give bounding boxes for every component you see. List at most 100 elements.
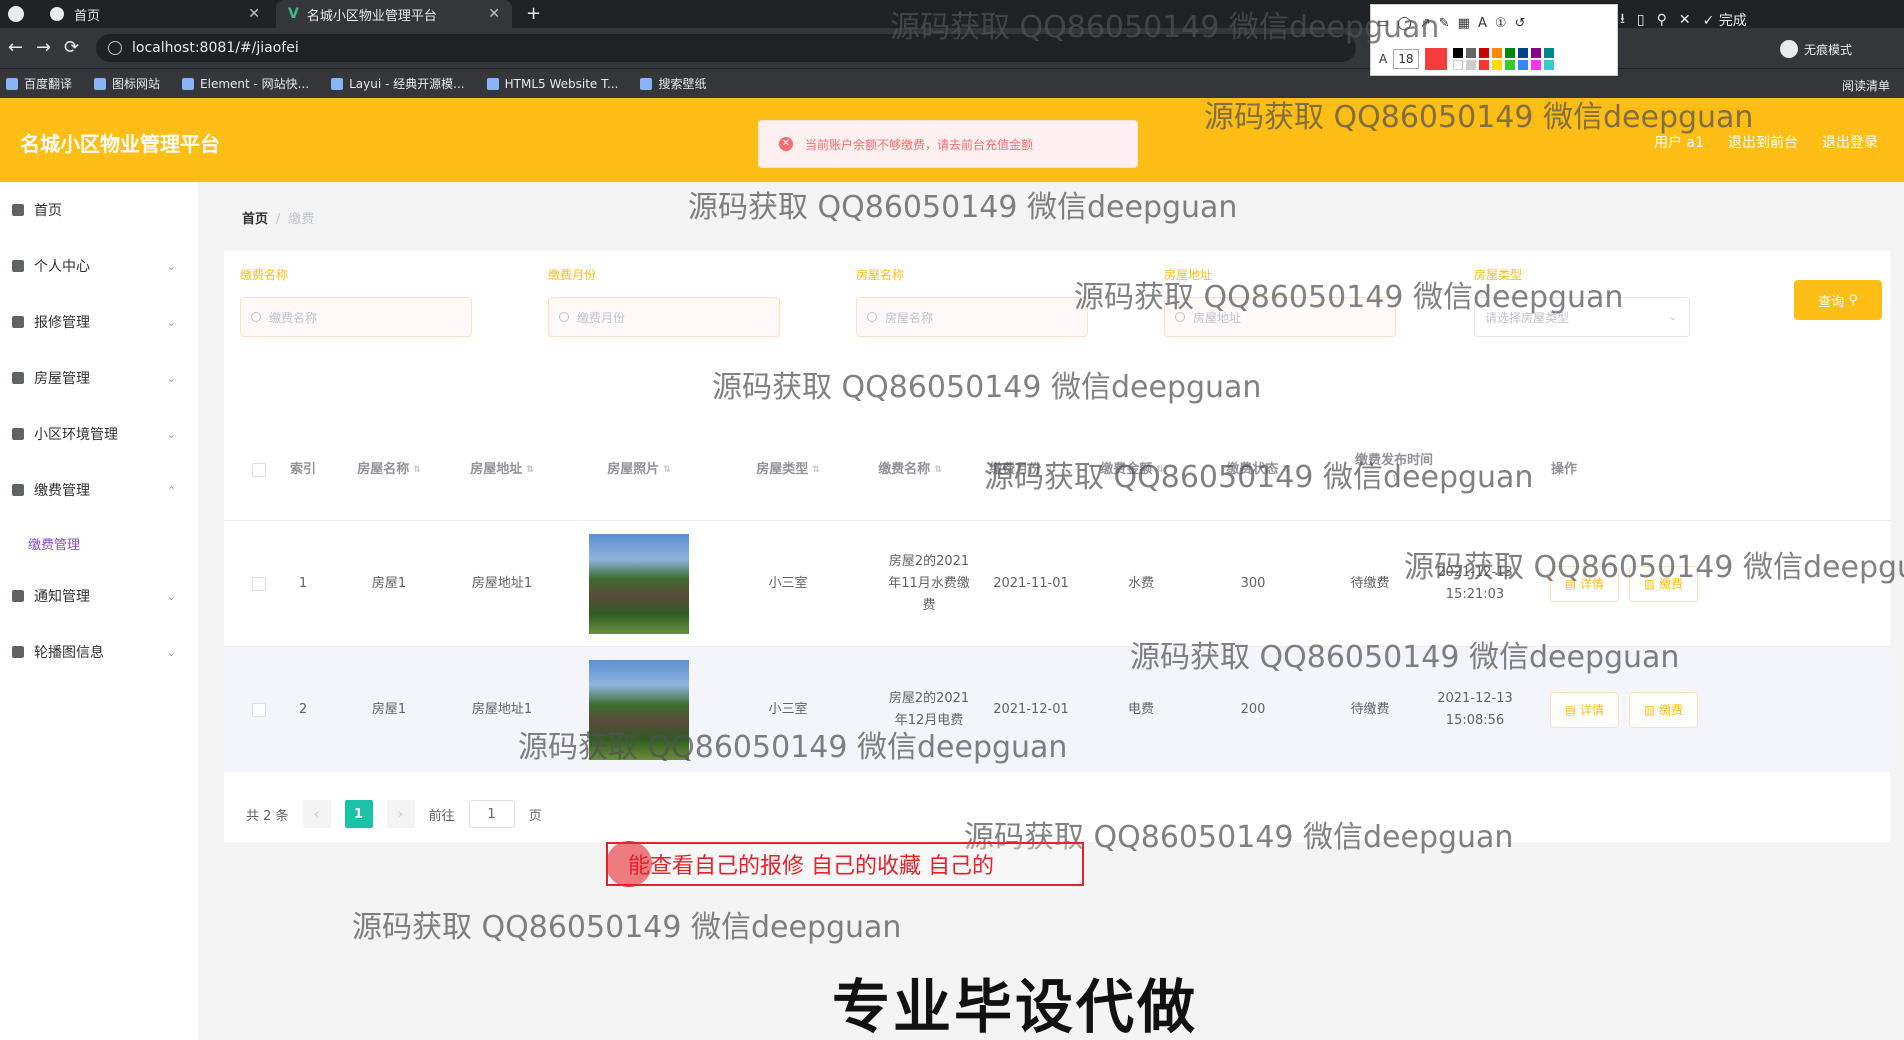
- sort-icon[interactable]: ⇅: [663, 461, 671, 479]
- selected-color-swatch[interactable]: [1424, 48, 1447, 70]
- input-placeholder: 房屋地址: [1193, 310, 1242, 325]
- back-to-frontend-link[interactable]: 退出到前台: [1728, 132, 1798, 152]
- house-photo[interactable]: [589, 534, 689, 634]
- rect-tool-icon[interactable]: ▭: [1377, 16, 1389, 31]
- col-house-name[interactable]: 房屋名称 ⇅: [334, 420, 444, 520]
- cell-house-name: 房屋1: [371, 702, 407, 717]
- sort-icon[interactable]: ⇅: [526, 461, 534, 479]
- sort-icon[interactable]: ⇅: [1282, 461, 1290, 479]
- pen-tool-icon[interactable]: ✎: [1439, 16, 1450, 31]
- pay-button[interactable]: ▥ 缴费: [1629, 566, 1699, 602]
- pay-button[interactable]: ▥ 缴费: [1629, 692, 1699, 728]
- mosaic-tool-icon[interactable]: ▦: [1458, 16, 1470, 31]
- sort-icon[interactable]: ⇅: [413, 461, 421, 479]
- detail-button[interactable]: ▤ 详情: [1549, 566, 1619, 602]
- new-tab-icon[interactable]: +: [526, 3, 541, 24]
- col-month[interactable]: 缴费月份 ⇅: [966, 420, 1076, 520]
- forward-icon[interactable]: →: [36, 37, 51, 58]
- back-icon[interactable]: ←: [8, 37, 23, 58]
- bookmark-item[interactable]: 图标网站: [94, 75, 160, 92]
- font-size-select[interactable]: 18: [1393, 49, 1419, 69]
- close-icon[interactable]: ✕: [488, 6, 500, 22]
- query-label: 查询: [1818, 294, 1845, 310]
- number-tool-icon[interactable]: ①: [1495, 16, 1507, 31]
- sidebar-item-payment[interactable]: 缴费管理 ⌃: [0, 462, 198, 518]
- undo-icon[interactable]: ↺: [1515, 16, 1526, 31]
- cell-fee-type: 电费: [1127, 702, 1154, 717]
- toast-message: 当前账户余额不够缴费，请去前台充值金额: [805, 137, 1034, 152]
- bookmark-item[interactable]: HTML5 Website T...: [486, 77, 618, 91]
- color-palette[interactable]: [1452, 48, 1555, 70]
- sort-icon[interactable]: ⇅: [1156, 461, 1164, 479]
- reading-list[interactable]: 阅读清单: [1842, 77, 1890, 94]
- fee-month-input[interactable]: 缴费月份: [548, 297, 780, 337]
- ellipse-tool-icon[interactable]: ◯: [1397, 16, 1412, 31]
- house-photo[interactable]: [589, 660, 689, 760]
- sort-icon[interactable]: ⇅: [934, 461, 942, 479]
- sort-icon[interactable]: ⇅: [1045, 461, 1053, 479]
- prev-page-button[interactable]: ‹: [302, 800, 331, 828]
- goto-page-input[interactable]: 1: [468, 800, 515, 828]
- col-publish-time[interactable]: 缴费发布时间 ⇅: [1324, 420, 1464, 520]
- row-checkbox[interactable]: [244, 647, 274, 773]
- bookmark-icon: [182, 77, 195, 90]
- col-amount[interactable]: 缴费金额 ⇅: [1076, 420, 1188, 520]
- bookmark-item[interactable]: 百度翻译: [6, 75, 72, 92]
- info-icon[interactable]: [108, 41, 122, 55]
- house-name-input[interactable]: 房屋名称: [856, 297, 1088, 337]
- user-icon: [12, 260, 24, 272]
- logout-link[interactable]: 退出登录: [1822, 132, 1878, 152]
- query-button[interactable]: 查询 ⚲: [1794, 280, 1882, 320]
- house-type-select[interactable]: 请选择房屋类型 ⌄: [1474, 297, 1690, 337]
- tab-home[interactable]: 首页 ✕: [36, 0, 272, 28]
- sidebar-item-carousel[interactable]: 轮播图信息 ⌄: [0, 624, 198, 680]
- col-photo[interactable]: 房屋照片 ⇅: [564, 420, 714, 520]
- breadcrumb-home[interactable]: 首页: [242, 212, 268, 227]
- error-toast: ✕ 当前账户余额不够缴费，请去前台充值金额: [758, 120, 1138, 168]
- cell-publish-time: 2021-12-13 15:08:56: [1437, 691, 1513, 728]
- next-page-button[interactable]: ›: [386, 800, 415, 828]
- sidebar-item-label: 通知管理: [34, 589, 90, 605]
- sort-icon[interactable]: ⇅: [812, 461, 820, 479]
- sort-icon[interactable]: ⇅: [1392, 470, 1400, 488]
- bookmark-item[interactable]: 搜索壁纸: [640, 75, 706, 92]
- col-label: 缴费状态: [1226, 462, 1279, 477]
- col-address[interactable]: 房屋地址 ⇅: [446, 420, 558, 520]
- page-number-current[interactable]: 1: [344, 800, 373, 828]
- search-field-fee-month: 缴费月份 缴费月份: [548, 266, 780, 337]
- bookmark-item[interactable]: Layui - 经典开源模...: [331, 75, 465, 92]
- house-address-input[interactable]: 房屋地址: [1164, 297, 1396, 337]
- reload-icon[interactable]: ⟳: [64, 37, 79, 58]
- sidebar-item-profile[interactable]: 个人中心 ⌄: [0, 238, 198, 294]
- app-header: 名城小区物业管理平台 ✕ 当前账户余额不够缴费，请去前台充值金额 用户 a1 退…: [0, 98, 1904, 182]
- pin-icon[interactable]: ⚲: [1657, 12, 1667, 28]
- sidebar-item-house[interactable]: 房屋管理 ⌄: [0, 350, 198, 406]
- incognito-indicator[interactable]: 无痕模式: [1780, 40, 1852, 58]
- copy-icon[interactable]: ▯: [1637, 12, 1645, 28]
- col-fee-name[interactable]: 缴费名称 ⇅: [854, 420, 966, 520]
- fee-name-input[interactable]: 缴费名称: [240, 297, 472, 337]
- close-icon[interactable]: ✕: [248, 6, 260, 22]
- arrow-tool-icon[interactable]: ↗: [1420, 16, 1431, 31]
- error-icon: ✕: [779, 137, 793, 151]
- pagination: 共 2 条 ‹ 1 › 前往 1 页: [246, 800, 542, 828]
- sidebar-subitem-payment[interactable]: 缴费管理: [0, 518, 198, 568]
- text-tool-icon[interactable]: A: [1478, 16, 1487, 31]
- sidebar-item-repair[interactable]: 报修管理 ⌄: [0, 294, 198, 350]
- col-type[interactable]: 房屋类型 ⇅: [720, 420, 856, 520]
- detail-button[interactable]: ▤ 详情: [1549, 692, 1619, 728]
- url-input[interactable]: localhost:8081/#/jiaofei: [96, 34, 1356, 62]
- sidebar-item-environment[interactable]: 小区环境管理 ⌄: [0, 406, 198, 462]
- row-checkbox[interactable]: [244, 521, 274, 647]
- col-label: 缴费名称: [878, 462, 931, 477]
- select-all-checkbox[interactable]: [244, 420, 274, 520]
- sidebar-item-notice[interactable]: 通知管理 ⌄: [0, 568, 198, 624]
- save-icon[interactable]: ⭳: [1620, 8, 1625, 32]
- col-status[interactable]: 缴费状态 ⇅: [1188, 420, 1328, 520]
- bookmark-item[interactable]: Element - 网站快...: [182, 75, 309, 92]
- close-icon[interactable]: ✕: [1679, 12, 1691, 28]
- tab-app[interactable]: V 名城小区物业管理平台 ✕: [276, 0, 512, 28]
- browser-menu-icon[interactable]: [8, 6, 24, 22]
- done-button[interactable]: ✓ 完成: [1703, 10, 1747, 30]
- sidebar-item-home[interactable]: 首页: [0, 182, 198, 238]
